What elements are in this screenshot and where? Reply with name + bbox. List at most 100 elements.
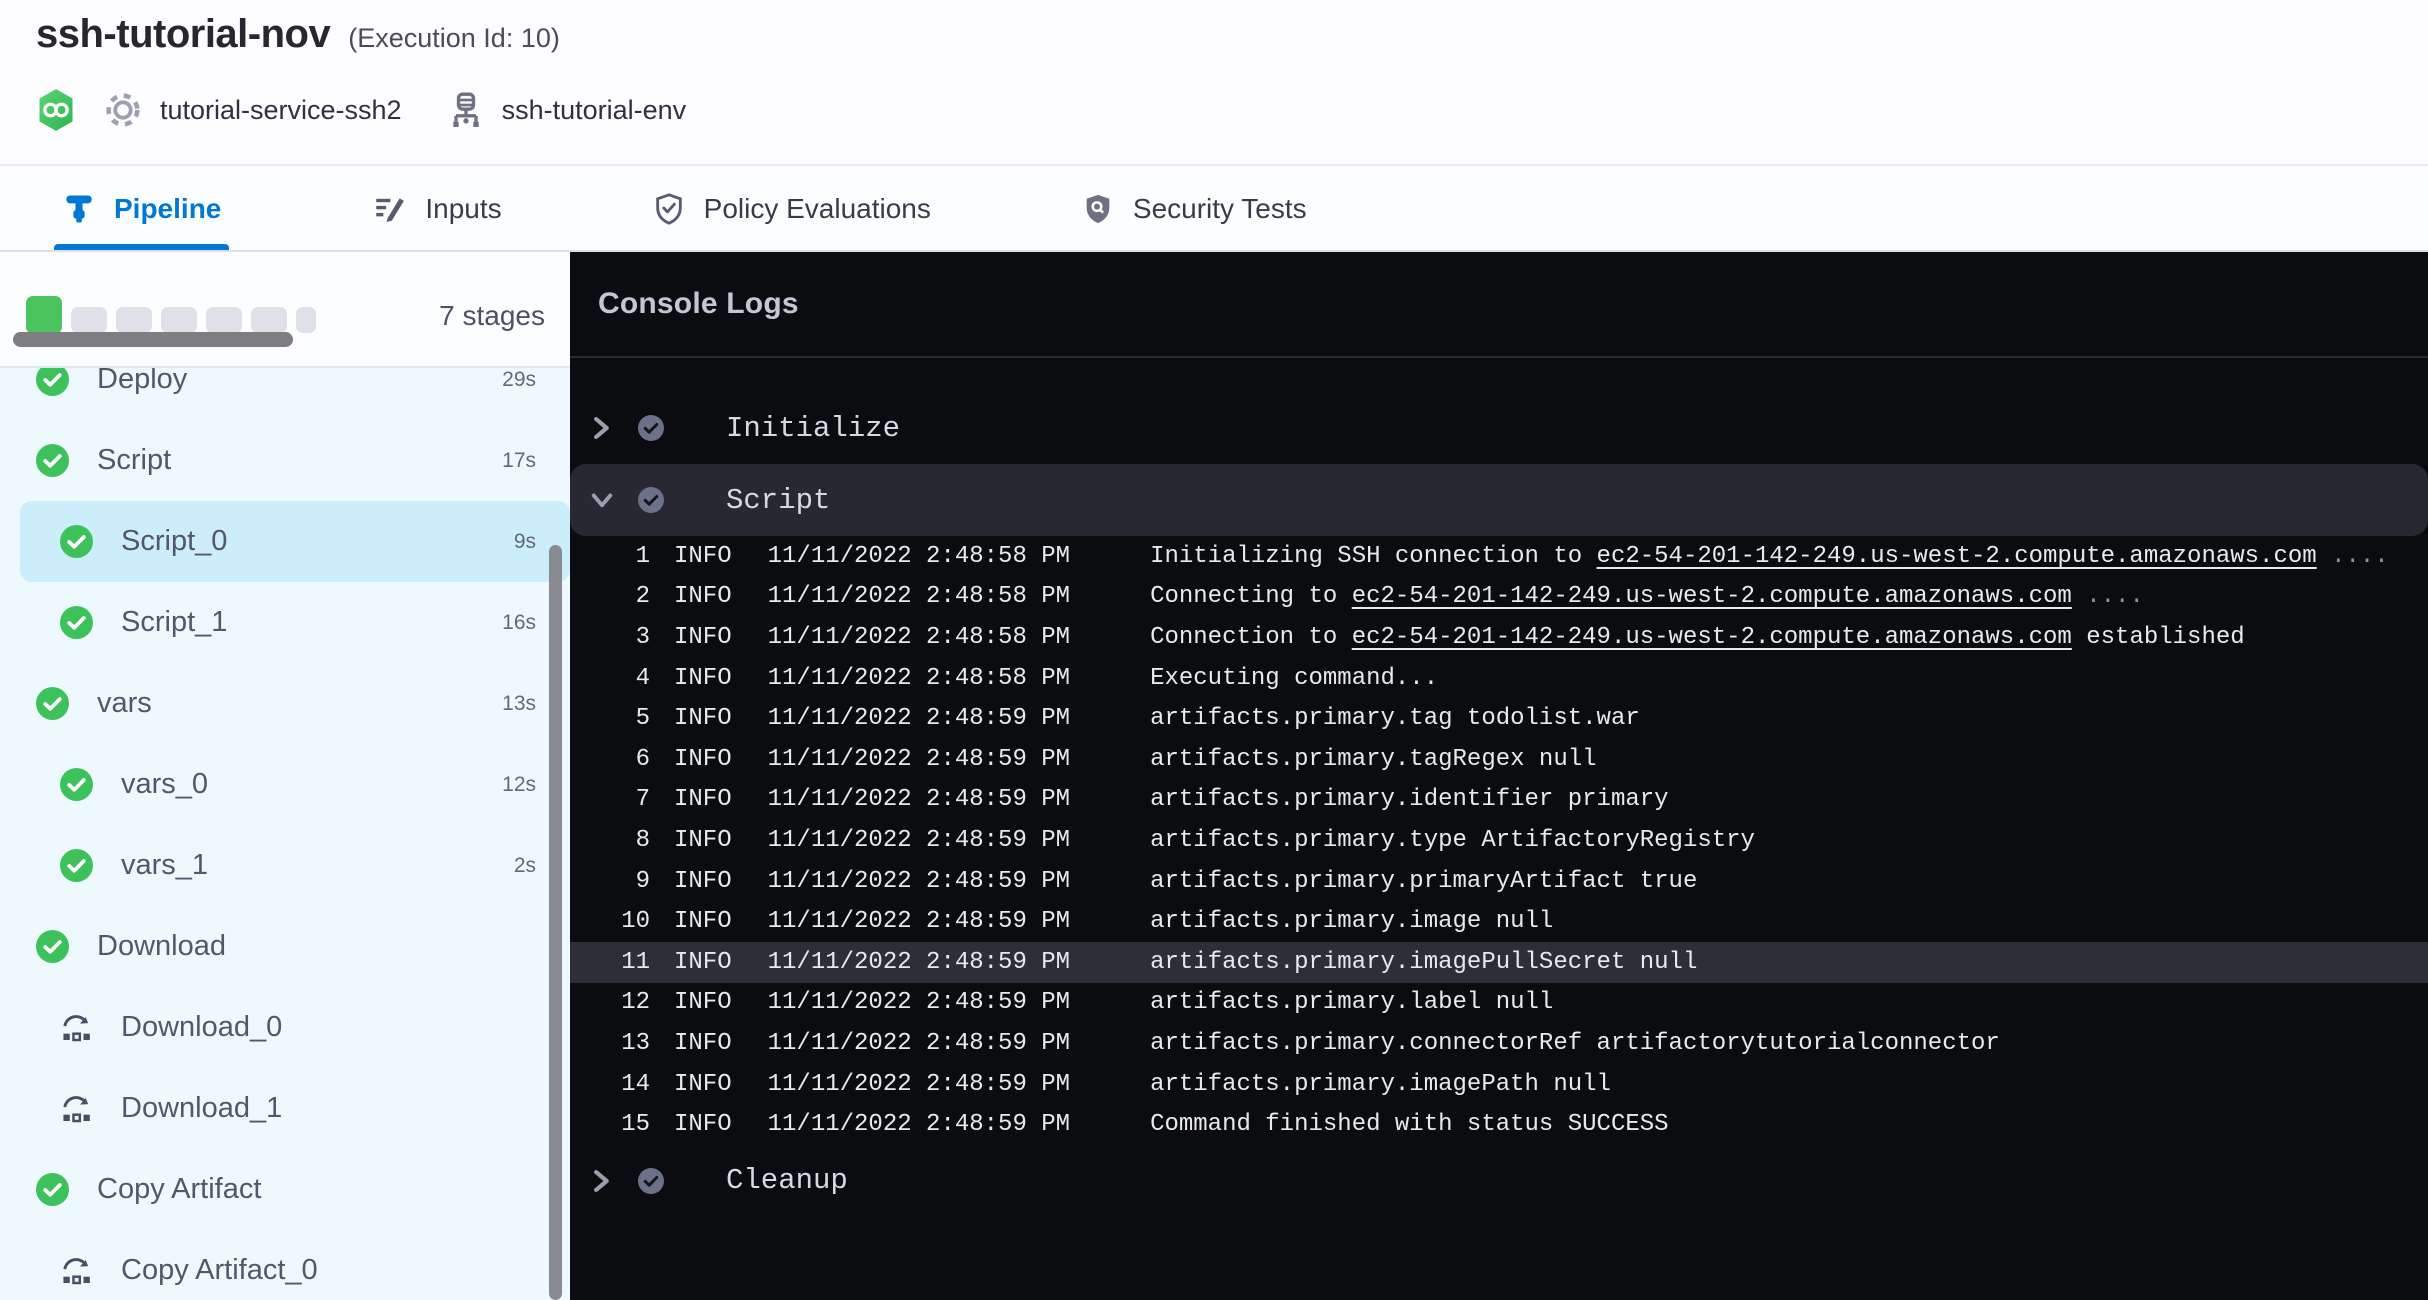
tab-pipeline[interactable]: Pipeline [62,168,221,250]
tab-security-tests[interactable]: Security Tests [1081,168,1307,250]
log-message: Connecting to ec2-54-201-142-249.us-west… [1150,583,2144,610]
tab-label: Security Tests [1133,193,1307,225]
success-check-icon [60,525,93,558]
sidebar-item-download-1[interactable]: Download_1 [20,1068,570,1149]
service-gear-icon [102,89,144,131]
stages-count: 7 stages [439,300,545,332]
chevron-right-icon[interactable] [590,415,614,441]
log-text: .... [2317,543,2389,570]
log-line-number: 9 [580,868,650,895]
log-timestamp: 11/11/2022 2:48:59 PM [768,868,1070,895]
log-level: INFO [674,989,732,1016]
log-text: Connection to [1150,624,1352,651]
stages-sidebar: Deploy29sScript17sScript_09sScript_116sv… [0,254,570,1300]
stage-label: Script_1 [121,606,227,639]
log-level: INFO [674,868,732,895]
log-line-number: 7 [580,786,650,813]
stage-label: Script_0 [121,525,227,558]
log-text: artifacts.primary.tag todolist.war [1150,705,1640,732]
log-timestamp: 11/11/2022 2:48:59 PM [768,1030,1070,1057]
stage-duration: 12s [502,773,536,797]
stage-label: Download_1 [121,1092,282,1125]
stage-progress-header: 7 stages [0,254,570,368]
log-text: artifacts.primary.primaryArtifact true [1150,868,1697,895]
log-text: artifacts.primary.tagRegex null [1150,746,1596,773]
log-message: artifacts.primary.imagePullSecret null [1150,949,1697,976]
sidebar-scrollbar[interactable] [549,545,562,1300]
tab-inputs[interactable]: Inputs [371,168,501,250]
tab-label: Policy Evaluations [704,193,931,225]
log-level: INFO [674,786,732,813]
sidebar-item-vars-1[interactable]: vars_12s [20,825,570,906]
log-line-10: 10INFO11/11/2022 2:48:59 PMartifacts.pri… [570,901,2428,942]
log-timestamp: 11/11/2022 2:48:58 PM [768,665,1070,692]
stage-label: Download [97,930,226,963]
section-success-icon [638,1168,664,1194]
log-level: INFO [674,1111,732,1138]
log-line-number: 1 [580,543,650,570]
success-check-icon [60,849,93,882]
tab-bar: Pipeline Inputs Policy Evaluations Security… [0,168,2428,252]
log-link[interactable]: ec2-54-201-142-249.us-west-2.compute.ama… [1597,543,2317,570]
log-message: artifacts.primary.imagePath null [1150,1071,1611,1098]
log-timestamp: 11/11/2022 2:48:59 PM [768,908,1070,935]
log-level: INFO [674,543,732,570]
chevron-right-icon[interactable] [590,1168,614,1194]
service-name[interactable]: tutorial-service-ssh2 [160,95,402,126]
sidebar-item-vars[interactable]: vars 13s [20,663,570,744]
sidebar-item-vars-0[interactable]: vars_012s [20,744,570,825]
log-line-2: 2INFO11/11/2022 2:48:58 PMConnecting to … [570,577,2428,618]
sidebar-item-script[interactable]: Script17s [20,420,570,501]
log-section-cleanup[interactable]: Cleanup [570,1145,2428,1217]
stage-label: vars [97,687,152,720]
stage-duration: 17s [502,449,536,473]
sidebar-item-download[interactable]: Download [20,906,570,987]
sidebar-item-script-0[interactable]: Script_09s [20,501,570,582]
chevron-down-icon[interactable] [590,489,614,511]
log-text: Command finished with status SUCCESS [1150,1111,1668,1138]
tab-label: Pipeline [114,193,221,225]
command-step-icon [60,1092,93,1125]
execution-id: (Execution Id: 10) [348,23,560,54]
log-timestamp: 11/11/2022 2:48:59 PM [768,1111,1070,1138]
log-link[interactable]: ec2-54-201-142-249.us-west-2.compute.ama… [1352,583,2072,610]
log-section-initialize[interactable]: Initialize [570,392,2428,464]
success-check-icon [60,768,93,801]
log-line-number: 15 [580,1111,650,1138]
progress-segment [296,307,316,333]
log-line-number: 14 [580,1071,650,1098]
log-text: artifacts.primary.type ArtifactoryRegist… [1150,827,1755,854]
log-line-number: 2 [580,583,650,610]
sidebar-item-copy-artifact[interactable]: Copy Artifact [20,1149,570,1230]
log-level: INFO [674,908,732,935]
log-timestamp: 11/11/2022 2:48:58 PM [768,624,1070,651]
console-body: Initialize Script 1 INFO 11/11/2022 2:48:58 … [570,360,2428,1300]
tab-policy-evaluations[interactable]: Policy Evaluations [652,168,931,250]
section-success-icon [638,415,664,441]
log-link[interactable]: ec2-54-201-142-249.us-west-2.compute.ama… [1352,624,2072,651]
progress-segment [251,307,287,333]
environment-name[interactable]: ssh-tutorial-env [502,95,687,126]
stage-duration: 13s [502,692,536,716]
inputs-icon [371,192,407,226]
console-logs-panel: Console Logs InitializeScript1INFO11/11/… [570,252,2428,1300]
stage-duration: 2s [514,854,536,878]
success-check-icon [36,687,69,720]
sidebar-item-copy-artifact-0[interactable]: Copy Artifact_0 [20,1230,570,1300]
meta-row: tutorial-service-ssh2 ssh-tutorial-env [36,86,686,134]
sidebar-item-download-0[interactable]: Download_0 [20,987,570,1068]
horizontal-scrollbar[interactable] [13,332,293,347]
stage-list: Deploy29sScript17sScript_09sScript_116sv… [0,339,570,1300]
command-step-icon [60,1254,93,1287]
section-success-icon [638,487,664,513]
stage-duration: 29s [502,368,536,392]
log-timestamp: 11/11/2022 2:48:58 PM [768,583,1070,610]
log-section-script[interactable]: Script [570,464,2428,536]
log-line-13: 13INFO11/11/2022 2:48:59 PMartifacts.pri… [570,1023,2428,1064]
log-text: .... [2072,583,2144,610]
log-line-number: 3 [580,624,650,651]
section-label: Initialize [726,412,900,445]
log-level: INFO [674,827,732,854]
title-row: ssh-tutorial-nov (Execution Id: 10) [36,12,560,57]
sidebar-item-script-1[interactable]: Script_116s [20,582,570,663]
